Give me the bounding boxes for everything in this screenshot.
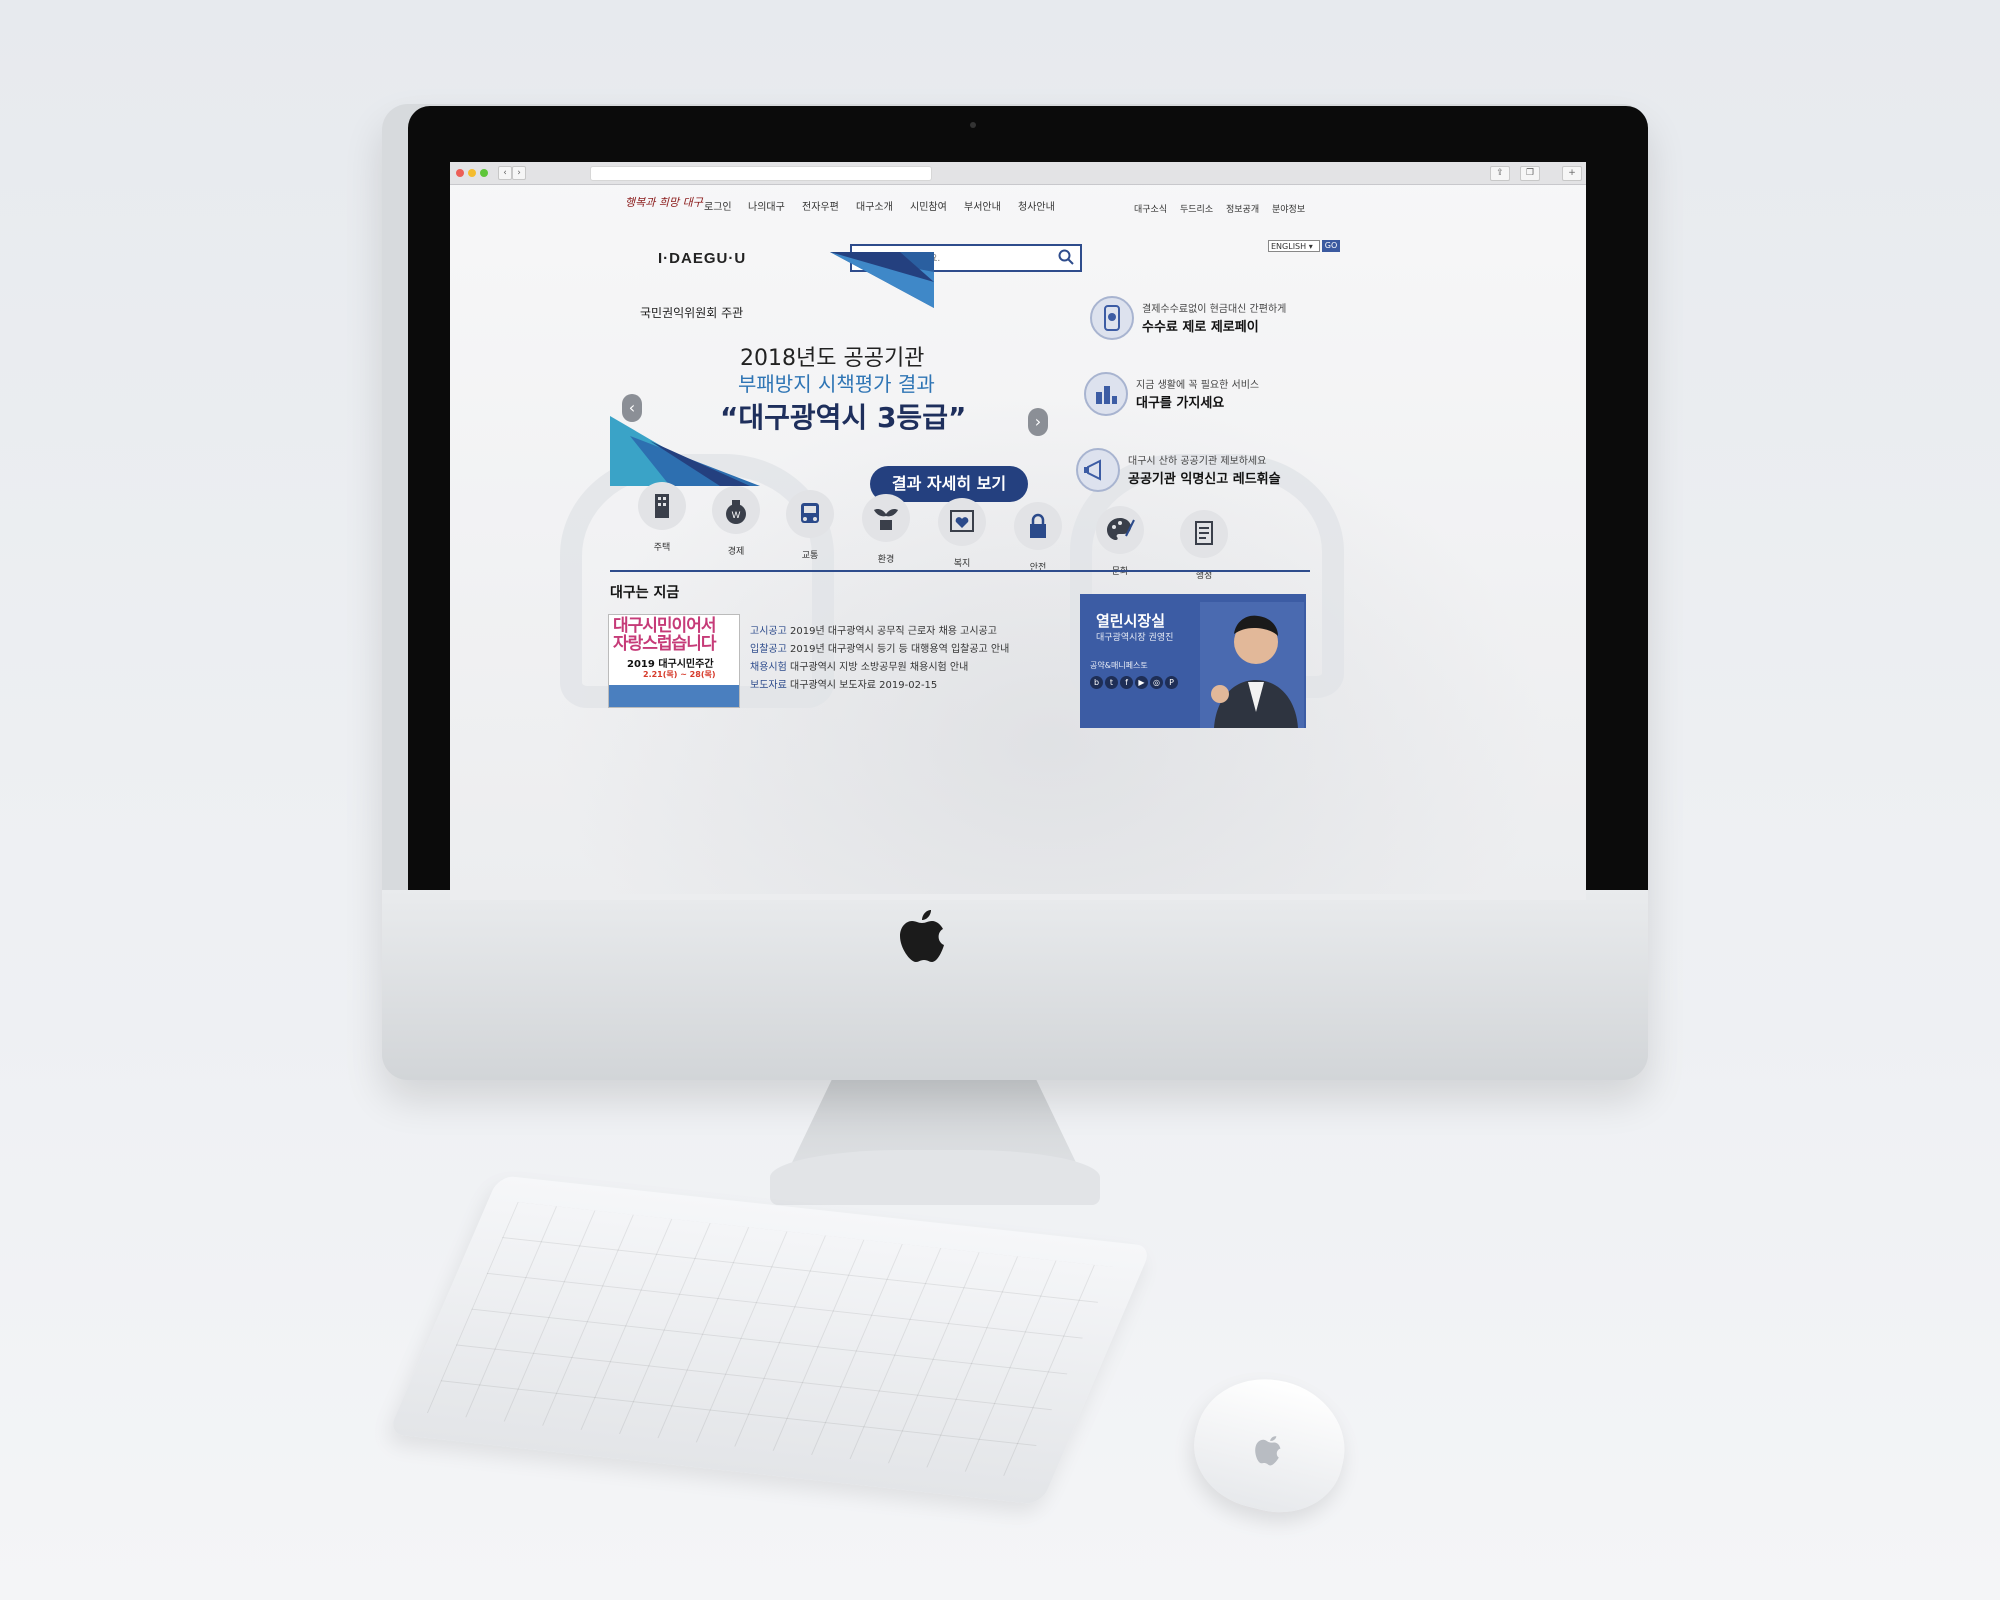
notice-category[interactable]: 고시공고 (750, 622, 787, 637)
twitter-icon[interactable]: t (1105, 676, 1118, 689)
forward-icon[interactable]: › (512, 166, 526, 180)
promo-photo-strip (609, 685, 739, 707)
apple-logo-icon (900, 910, 944, 962)
address-bar[interactable] (590, 166, 932, 181)
camera-icon (970, 122, 976, 128)
mayor-office-title: 열린시장실 (1096, 612, 1166, 630)
city-slogan-logo[interactable]: 행복과 희망 대구 (625, 194, 703, 210)
promo-event-name: 2019 대구시민주간 (627, 659, 714, 670)
category-welfare[interactable]: 복지 (932, 498, 992, 569)
promo-title-line-2: 자랑스럽습니다 (613, 634, 716, 654)
category-label: 환경 (877, 555, 895, 565)
mayor-name: 대구광역시장 권영진 (1096, 633, 1174, 643)
notice-category[interactable]: 입찰공고 (750, 640, 787, 655)
category-label: 주택 (653, 543, 671, 553)
imac-chin (382, 890, 1648, 1080)
pinterest-icon[interactable]: P (1165, 676, 1178, 689)
go-button[interactable]: GO (1322, 240, 1340, 252)
nav-email[interactable]: 전자우편 (802, 198, 839, 213)
svg-text:W: W (732, 510, 741, 520)
nav-about[interactable]: 대구소개 (856, 198, 893, 213)
maximize-window-icon[interactable] (480, 169, 488, 177)
nav-participation[interactable]: 시민참여 (910, 198, 947, 213)
util-field-info[interactable]: 분야정보 (1272, 202, 1305, 215)
lock-icon (1014, 502, 1062, 550)
notice-item[interactable]: 2019년 대구광역시 공무직 근로자 채용 고시공고 (790, 622, 997, 637)
building-chart-icon (1084, 372, 1128, 416)
notice-category[interactable]: 채용시험 (750, 658, 787, 673)
notice-item[interactable]: 대구광역시 지방 소방공무원 채용시험 안내 (790, 658, 968, 673)
keyboard-keys (426, 1202, 1114, 1478)
util-open-info[interactable]: 정보공개 (1226, 202, 1259, 215)
facebook-icon[interactable]: f (1120, 676, 1133, 689)
mayor-office-panel[interactable]: 열린시장실 대구광역시장 권영진 공약&매니페스토 b t f ▶ ◎ P (1080, 594, 1306, 728)
plant-icon (862, 494, 910, 542)
side-item-title: 수수료 제로 제로페이 (1142, 320, 1259, 335)
category-housing[interactable]: 주택 (632, 482, 692, 553)
nav-login[interactable]: 로그인 (704, 198, 732, 213)
blog-icon[interactable]: b (1090, 676, 1103, 689)
util-dudeuriso[interactable]: 두드리소 (1180, 202, 1213, 215)
megaphone-icon (1076, 448, 1120, 492)
money-bag-icon: W (712, 486, 760, 534)
side-item-desc: 대구시 산하 공공기관 제보하세요 (1128, 456, 1267, 467)
bus-icon (786, 490, 834, 538)
mobile-pay-icon (1090, 296, 1134, 340)
side-item-title: 대구를 가지세요 (1136, 396, 1225, 411)
category-environment[interactable]: 환경 (856, 494, 916, 565)
instagram-icon[interactable]: ◎ (1150, 676, 1163, 689)
util-news[interactable]: 대구소식 (1134, 202, 1167, 215)
notice-category[interactable]: 보도자료 (750, 676, 787, 691)
language-select[interactable]: ENGLISH ▾ (1268, 240, 1320, 252)
banner-prev-button[interactable]: ‹ (622, 394, 642, 422)
palette-icon (1096, 506, 1144, 554)
section-divider (610, 570, 1310, 572)
new-tab-icon[interactable]: + (1562, 166, 1582, 181)
promo-title: 대구시민이어서 자랑스럽습니다 (613, 616, 716, 654)
promo-date: 2.21(목) ~ 28(목) (643, 670, 716, 679)
heart-window-icon (938, 498, 986, 546)
nav-my-daegu[interactable]: 나의대구 (748, 198, 785, 213)
minimize-window-icon[interactable] (468, 169, 476, 177)
mayor-photo (1200, 602, 1304, 728)
category-economy[interactable]: W 경제 (706, 486, 766, 557)
document-icon (1180, 510, 1228, 558)
promo-title-line-1: 대구시민이어서 (613, 616, 716, 636)
category-safety[interactable]: 안전 (1008, 502, 1068, 573)
banner-subtitle: 국민권익위원회 주관 (640, 306, 744, 320)
notice-item[interactable]: 대구광역시 보도자료 2019-02-15 (790, 676, 937, 691)
category-label: 경제 (727, 547, 745, 557)
banner-headline: “대구광역시 3등급” (720, 401, 967, 434)
browser-screen: ‹ › ⇪ ❐ + 행복과 희망 대구 로그인 나의대구 전자우편 대구소개 시… (450, 162, 1586, 900)
browser-toolbar: ‹ › ⇪ ❐ + (450, 162, 1586, 185)
side-item-desc: 결제수수료없이 현금대신 간편하게 (1142, 304, 1287, 315)
nav-departments[interactable]: 부서안내 (964, 198, 1001, 213)
notice-item[interactable]: 2019년 대구광역시 등기 등 대행용역 입찰공고 안내 (790, 640, 1009, 655)
manifesto-link[interactable]: 공약&매니페스토 (1090, 660, 1148, 671)
imac-stand-base (770, 1150, 1100, 1205)
category-culture[interactable]: 문화 (1090, 506, 1150, 577)
now-section-title: 대구는 지금 (610, 585, 680, 601)
youtube-icon[interactable]: ▶ (1135, 676, 1148, 689)
banner-line-2: 부패방지 시책평가 결과 (738, 372, 935, 396)
back-icon[interactable]: ‹ (498, 166, 512, 180)
side-item-desc: 지금 생활에 꼭 필요한 서비스 (1136, 380, 1260, 391)
nav-city-hall[interactable]: 청사안내 (1018, 198, 1055, 213)
category-label: 교통 (801, 551, 819, 561)
search-icon[interactable] (1058, 249, 1074, 265)
banner-triangle-decoration (830, 252, 934, 308)
citizen-week-promo-banner[interactable]: 대구시민이어서 자랑스럽습니다 2019 대구시민주간 2.21(목) ~ 28… (608, 614, 740, 708)
tabs-icon[interactable]: ❐ (1520, 166, 1540, 181)
close-window-icon[interactable] (456, 169, 464, 177)
share-icon[interactable]: ⇪ (1490, 166, 1510, 181)
apple-logo-icon (1255, 1436, 1281, 1466)
side-item-title: 공공기관 익명신고 레드휘슬 (1128, 472, 1281, 487)
category-label: 복지 (953, 559, 971, 569)
banner-next-button[interactable]: › (1028, 408, 1048, 436)
daegu-homepage: 행복과 희망 대구 로그인 나의대구 전자우편 대구소개 시민참여 부서안내 청… (450, 184, 1586, 900)
category-traffic[interactable]: 교통 (780, 490, 840, 561)
brand-logo[interactable]: I·DAEGU·U (658, 250, 746, 267)
building-icon (638, 482, 686, 530)
